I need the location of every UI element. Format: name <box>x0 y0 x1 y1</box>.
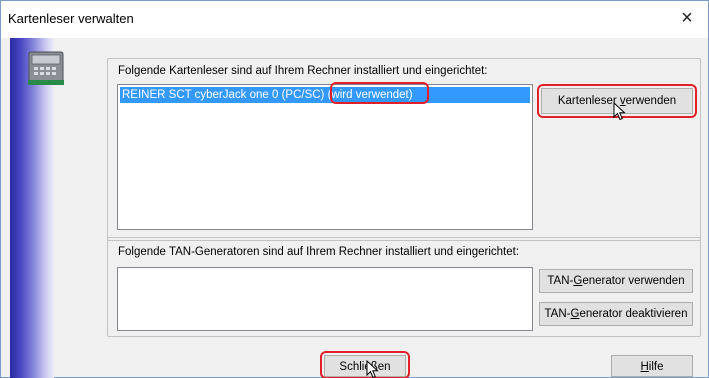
card-reader-icon <box>28 51 64 85</box>
title-bar: Kartenleser verwalten × <box>1 1 708 38</box>
close-highlight-frame <box>320 351 410 378</box>
reader-name: REINER SCT cyberJack one 0 (PC/SC) <box>122 89 325 101</box>
tan-label: Folgende TAN-Generatoren sind auf Ihrem … <box>118 246 520 258</box>
readers-listbox[interactable]: REINER SCT cyberJack one 0 (PC/SC) (wird… <box>117 84 533 230</box>
dialog-window: Kartenleser verwalten × Folgende Kartenl… <box>0 0 709 378</box>
sidebar-gradient <box>10 38 54 378</box>
deactivate-tan-generator-button[interactable]: TAN-Generator deaktivieren <box>539 302 693 326</box>
reader-list-item[interactable]: REINER SCT cyberJack one 0 (PC/SC) (wird… <box>120 87 530 103</box>
readers-label: Folgende Kartenleser sind auf Ihrem Rech… <box>118 65 488 77</box>
mouse-pointer-icon <box>366 360 379 378</box>
window-title: Kartenleser verwalten <box>8 11 134 26</box>
help-button[interactable]: Hilfe <box>611 355 693 377</box>
status-highlight-frame <box>330 82 429 104</box>
mouse-pointer-icon <box>613 102 626 121</box>
use-tan-generator-button[interactable]: TAN-Generator verwenden <box>539 269 693 293</box>
tan-listbox[interactable] <box>117 267 533 331</box>
close-icon[interactable]: × <box>676 7 698 29</box>
